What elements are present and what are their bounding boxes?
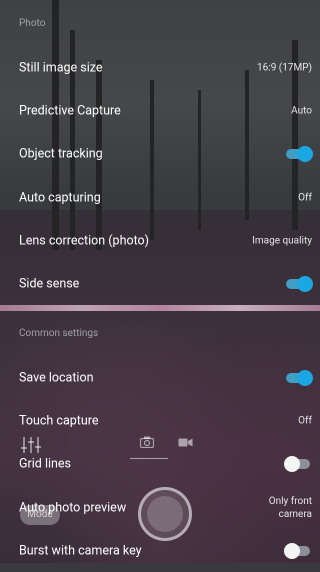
setting-value-line2: camera: [278, 508, 312, 520]
setting-save-location[interactable]: Save location: [8, 356, 314, 399]
setting-auto-capturing[interactable]: Auto capturing Off: [8, 176, 314, 219]
grid-lines-toggle[interactable]: [284, 455, 312, 472]
section-header-common-settings: Common settings: [19, 328, 99, 339]
setting-label: Object tracking: [19, 146, 103, 161]
divider-strip: [0, 305, 320, 311]
setting-value: Off: [298, 192, 312, 203]
object-tracking-toggle[interactable]: [286, 145, 313, 162]
setting-value-line1: Only front: [268, 495, 312, 507]
setting-label: Predictive Capture: [19, 103, 121, 118]
setting-auto-photo-preview[interactable]: Auto photo preview Only front camera: [8, 486, 314, 529]
setting-grid-lines[interactable]: Grid lines: [8, 442, 314, 485]
setting-label: Still image size: [19, 60, 103, 75]
setting-label: Grid lines: [19, 456, 72, 471]
setting-label: Touch capture: [19, 413, 99, 428]
setting-label: Auto photo preview: [19, 500, 127, 515]
setting-value: Off: [298, 415, 312, 426]
setting-side-sense[interactable]: Side sense: [8, 262, 314, 305]
setting-still-image-size[interactable]: Still image size 16:9 (17MP): [8, 46, 314, 89]
side-sense-toggle[interactable]: [286, 275, 313, 292]
setting-value: 16:9 (17MP): [257, 62, 312, 73]
setting-object-tracking[interactable]: Object tracking: [8, 132, 314, 175]
setting-label: Side sense: [19, 276, 80, 291]
setting-burst-with-camera-key[interactable]: Burst with camera key: [8, 529, 314, 572]
setting-value: Image quality: [252, 235, 312, 246]
setting-label: Burst with camera key: [19, 543, 142, 558]
setting-touch-capture[interactable]: Touch capture Off: [8, 399, 314, 442]
setting-value: Only front camera: [269, 495, 312, 521]
settings-panel: Photo Still image size 16:9 (17MP) Predi…: [8, 0, 314, 563]
setting-label: Auto capturing: [19, 190, 101, 205]
setting-lens-correction[interactable]: Lens correction (photo) Image quality: [8, 219, 314, 262]
burst-camera-key-toggle[interactable]: [284, 542, 312, 559]
setting-value: Auto: [291, 105, 312, 116]
save-location-toggle[interactable]: [286, 369, 313, 386]
setting-predictive-capture[interactable]: Predictive Capture Auto: [8, 89, 314, 132]
section-header-photo: Photo: [19, 18, 46, 29]
setting-label: Save location: [19, 370, 94, 385]
setting-label: Lens correction (photo): [19, 233, 150, 248]
